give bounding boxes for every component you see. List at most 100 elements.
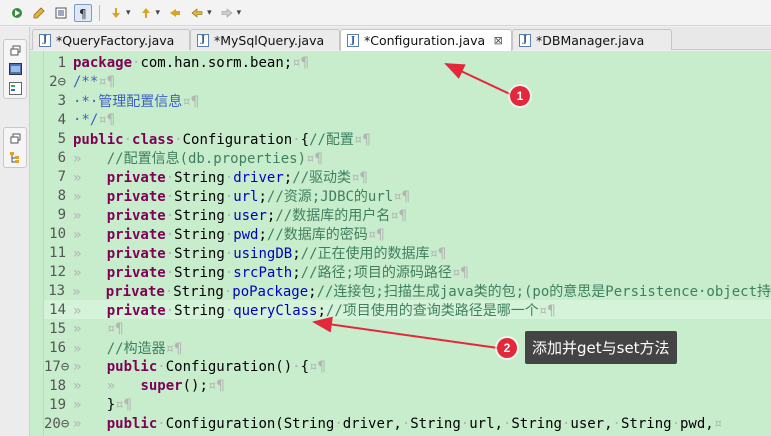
code-token: » ¤¶ <box>73 320 124 337</box>
java-file-icon: J <box>197 33 209 47</box>
tab-configuration[interactable]: J *Configuration.java ⊠ <box>340 29 512 51</box>
code-token: } <box>106 396 116 413</box>
code-line[interactable]: 5 public·class·Configuration·{//配置¤¶ <box>44 129 771 148</box>
forward-icon[interactable] <box>218 4 236 22</box>
code-token: String <box>174 169 225 186</box>
code-token: ¤¶ <box>393 188 411 205</box>
code-text: » ¤¶ <box>73 321 124 337</box>
restore-icon[interactable] <box>8 43 22 57</box>
code-text: » //构造器¤¶ <box>73 338 182 358</box>
chevron-down-icon[interactable]: ▾ <box>126 8 131 18</box>
code-token: super <box>140 377 183 394</box>
code-token: ; <box>283 169 293 186</box>
code-token: » <box>73 226 107 243</box>
code-token: user, <box>570 415 613 432</box>
annotation-badge-1: 1 <box>510 86 530 106</box>
code-text: » private·String·srcPath;//路径;项目的源码路径¤¶ <box>73 262 469 282</box>
code-line[interactable]: 18 » » super();¤¶ <box>44 376 771 395</box>
code-token: com.han.sorm.bean; <box>140 54 293 71</box>
code-line[interactable]: 1 package·com.han.sorm.bean;¤¶ <box>44 53 771 72</box>
next-annotation-icon[interactable] <box>107 4 125 22</box>
chevron-down-icon[interactable]: ▾ <box>156 8 161 18</box>
chevron-down-icon[interactable]: ▾ <box>237 8 242 18</box>
code-token: { <box>300 358 310 375</box>
code-token: Configuration(String <box>165 415 335 432</box>
code-token: Configuration() <box>165 358 293 375</box>
code-line[interactable]: 6 » //配置信息(db.properties)¤¶ <box>44 148 771 167</box>
code-token: » <box>73 188 107 205</box>
code-line[interactable]: 3 ·*·管理配置信息¤¶ <box>44 91 771 110</box>
code-token: ¤¶ <box>182 93 200 110</box>
block-selection-icon[interactable] <box>52 4 70 22</box>
annotation-badge-2: 2 <box>497 338 517 358</box>
code-line[interactable]: 11» private·String·usingDB;//正在使用的数据库¤¶ <box>44 243 771 262</box>
code-token: pwd, <box>680 415 714 432</box>
code-line[interactable]: 8» private·String·url;//资源;JDBC的url¤¶ <box>44 186 771 205</box>
code-line[interactable]: 2⊖ /**¤¶ <box>44 72 771 91</box>
code-token: » <box>73 340 107 357</box>
close-icon[interactable]: ⊠ <box>492 34 504 47</box>
back-icon[interactable] <box>188 4 206 22</box>
code-token: » <box>73 207 107 224</box>
code-token: String <box>174 245 225 262</box>
code-token: ¤¶ <box>292 54 310 71</box>
code-token: queryClass <box>233 302 318 319</box>
code-line[interactable]: 13» private·String·poPackage;//连接包;扫描生成j… <box>44 281 771 300</box>
code-token: · <box>224 207 234 224</box>
code-token: » » <box>73 377 141 394</box>
code-token: · <box>334 415 343 432</box>
code-token: { <box>300 131 310 148</box>
line-number: 1 <box>57 54 66 71</box>
tab-db-manager[interactable]: J *DBManager.java <box>512 29 672 50</box>
line-number: 5 <box>57 130 66 147</box>
code-text: » » super();¤¶ <box>73 378 225 394</box>
code-line[interactable]: 20⊖» public·Configuration(String·driver,… <box>44 414 771 433</box>
code-token: ; <box>292 245 301 262</box>
code-line[interactable]: 10» private·String·pwd;//数据库的密码¤¶ <box>44 224 771 243</box>
code-token: private <box>106 169 166 186</box>
code-token: user <box>233 207 267 224</box>
outline-icon[interactable] <box>8 81 22 95</box>
code-line[interactable]: 14» private·String·queryClass;//项目使用的查询类… <box>44 300 771 319</box>
last-edit-location-icon[interactable] <box>166 4 184 22</box>
show-whitespace-icon[interactable]: ¶ <box>74 3 92 22</box>
tab-mysql-query[interactable]: J *MySqlQuery.java <box>190 29 340 50</box>
code-line[interactable]: 9 » private·String·user;//数据库的用户名¤¶ <box>44 205 771 224</box>
tab-query-factory[interactable]: J *QueryFactory.java <box>32 29 190 50</box>
code-line[interactable]: 4 ·*/¤¶ <box>44 110 771 129</box>
code-token: ; <box>258 226 267 243</box>
restore-icon[interactable] <box>8 131 22 145</box>
code-token: · <box>224 169 234 186</box>
code-token: ¤¶ <box>451 264 469 281</box>
code-editor[interactable]: 1 package·com.han.sorm.bean;¤¶ 2⊖/**¤¶ 3 ·*·… <box>30 51 771 436</box>
code-token: //项目使用的查询类路径是哪一个 <box>325 302 539 319</box>
highlight-icon[interactable] <box>30 4 48 22</box>
line-number: 15 <box>49 320 66 337</box>
code-text: » private·String·queryClass;//项目使用的查询类路径… <box>73 300 556 320</box>
code-token: ¤¶ <box>309 358 326 375</box>
code-token: public <box>73 131 124 148</box>
code-token: package <box>73 54 133 71</box>
previous-annotation-icon[interactable] <box>137 4 155 22</box>
code-text: » private·String·usingDB;//正在使用的数据库¤¶ <box>73 243 446 263</box>
code-line[interactable]: 12» private·String·srcPath;//路径;项目的源码路径¤… <box>44 262 771 281</box>
chevron-down-icon[interactable]: ▾ <box>207 8 212 18</box>
code-token: · <box>174 131 183 148</box>
code-token: » <box>73 396 107 413</box>
code-token: · <box>165 264 175 281</box>
hierarchy-icon[interactable] <box>8 150 22 164</box>
code-token: private <box>106 264 166 281</box>
code-token: driver <box>233 169 284 186</box>
code-token: class <box>132 131 175 148</box>
code-token: //路径;项目的源码路径 <box>300 264 452 281</box>
code-line[interactable]: 19 » }¤¶ <box>44 395 771 414</box>
line-number: 3 <box>57 92 66 109</box>
code-token: String <box>174 226 225 243</box>
code-token: · <box>165 207 175 224</box>
code-text: » private·String·url;//资源;JDBC的url¤¶ <box>73 186 410 206</box>
code-token: srcPath <box>233 264 293 281</box>
run-last-icon[interactable] <box>8 4 26 22</box>
package-explorer-icon[interactable] <box>8 62 22 76</box>
code-text: ·*·管理配置信息¤¶ <box>73 91 199 111</box>
code-line[interactable]: 7» private·String·driver;//驱动类¤¶ <box>44 167 771 186</box>
